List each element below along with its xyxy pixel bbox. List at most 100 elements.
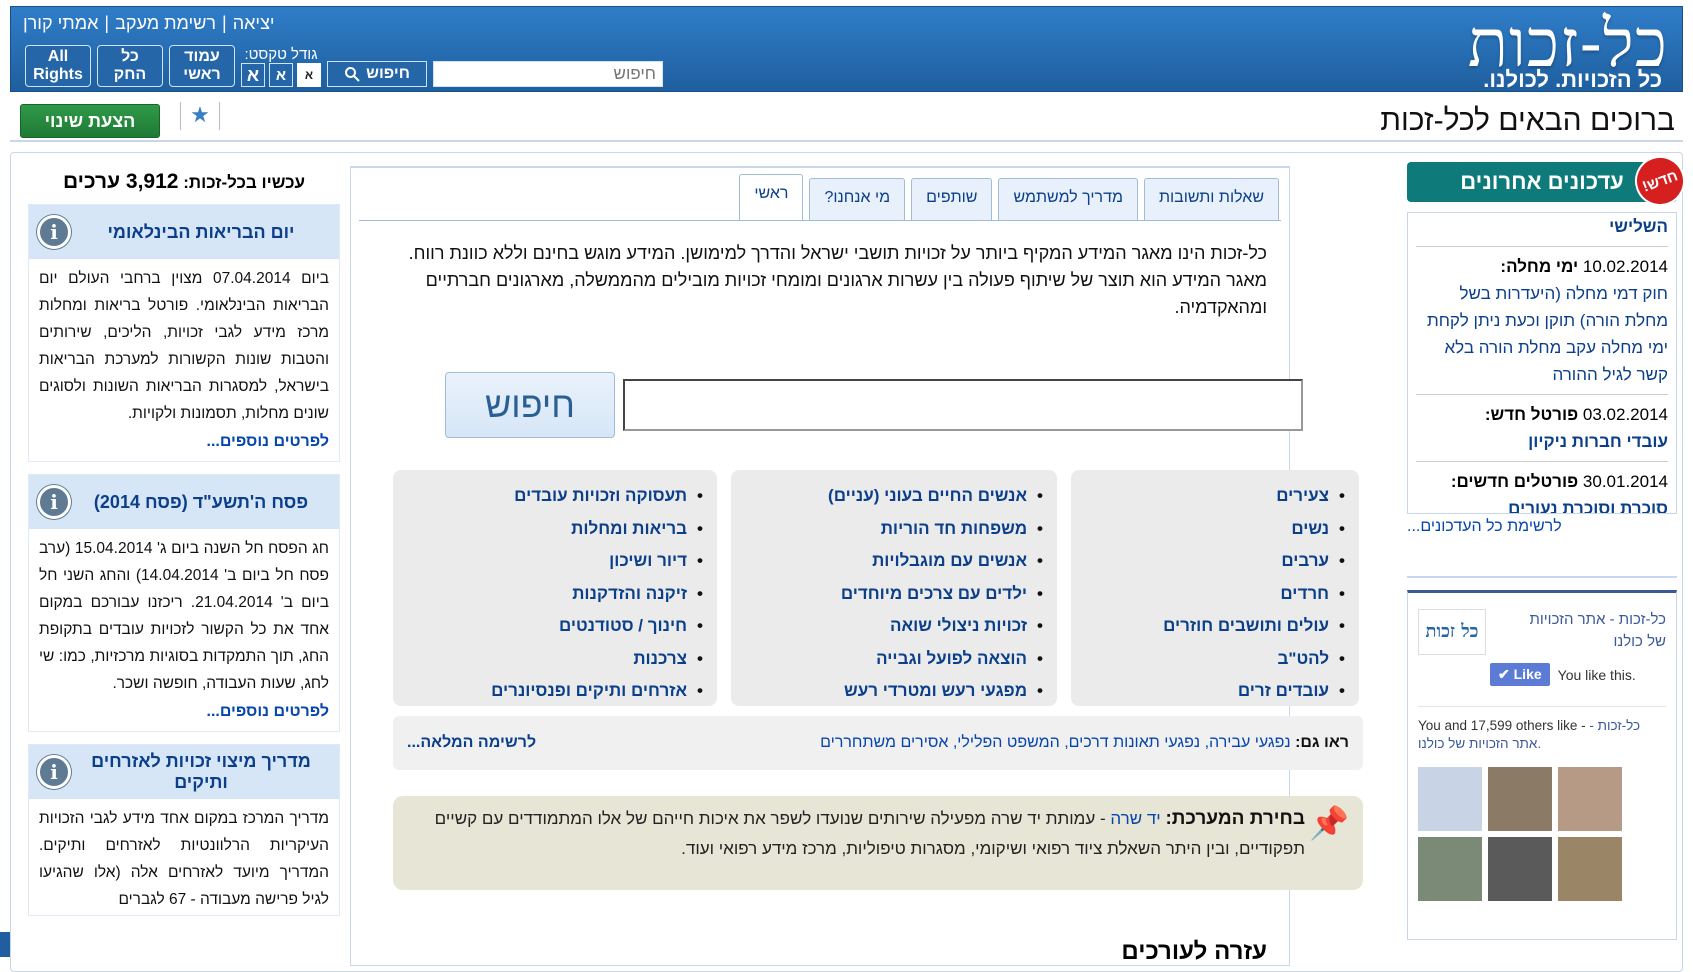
header-search-label: חיפוש [366, 65, 410, 82]
category-link[interactable]: אזרחים ותיקים ופנסיונרים [407, 675, 703, 708]
recent-updates-header: עדכונים אחרונים חדש! [1407, 148, 1693, 214]
category-link[interactable]: בריאות ומחלות [407, 513, 703, 546]
category-link[interactable]: אנשים החיים בעוני (עניים) [745, 480, 1043, 513]
tab-partners[interactable]: שותפים [911, 178, 993, 220]
category-link[interactable]: עובדים זרים [1085, 675, 1345, 708]
category-link[interactable]: תעסוקה וזכויות עובדים [407, 480, 703, 513]
full-list-link[interactable]: לרשימה המלאה... [407, 734, 536, 752]
category-link[interactable]: זיקנה והזדקנות [407, 578, 703, 611]
main-search: חיפוש [445, 372, 1303, 438]
main-search-button[interactable]: חיפוש [445, 372, 615, 438]
see-also-label: ראו גם: [1295, 734, 1349, 751]
category-link[interactable]: ילדים עם צרכים מיוחדים [745, 578, 1043, 611]
header-toolbar: All Rights כל החק עמוד ראשי גודל טקסט: א… [25, 45, 663, 87]
category-link[interactable]: ערבים [1085, 545, 1345, 578]
facebook-page-name[interactable]: כל-זכות - אתר הזכויות של כולנו [1526, 609, 1666, 655]
font-small-button[interactable]: א [297, 63, 321, 87]
update-item: 03.02.2014 פורטל חדש: עובדי חברות ניקיון [1416, 395, 1668, 462]
category-link[interactable]: נשים [1085, 513, 1345, 546]
main-tabs: ראשי מי אנחנו? שותפים מדריך למשתמש שאלות… [739, 174, 1279, 220]
tab-about[interactable]: מי אנחנו? [809, 178, 906, 220]
announcement-title[interactable]: יום הבריאות הבינלאומי [71, 222, 331, 243]
info-icon: i [37, 485, 71, 519]
editors-pick-link[interactable]: יד שרה [1110, 809, 1160, 828]
font-size-label: גודל טקסט: [244, 46, 318, 63]
all-updates-link[interactable]: לרשימת כל העדכונים... [1407, 514, 1677, 536]
more-details-link[interactable]: לפרטים נוספים... [29, 699, 339, 731]
update-item: 30.01.2014 פורטלים חדשים: סוכרת וסוכרת נע… [1416, 462, 1668, 513]
category-link[interactable]: להט"ב [1085, 643, 1345, 676]
page-title: ברוכים הבאים לכל-זכות [1380, 104, 1675, 137]
update-item: 10.02.2014 ימי מחלה: חוק דמי מחלה (היעדרו… [1416, 247, 1668, 395]
updates-list[interactable]: השלישי 10.02.2014 ימי מחלה: חוק דמי מחלה … [1407, 212, 1677, 514]
article-count: עכשיו בכל-זכות: 3,912 ערכים [62, 170, 306, 193]
see-also-bar: ראו גם: נפגעי עבירה, נפגעי תאונות דרכים,… [393, 716, 1363, 770]
all-rights-button[interactable]: All Rights [25, 45, 91, 87]
category-column: צעירים נשים ערבים חרדים עולים ותושבים חו… [1071, 470, 1359, 706]
announcement-title[interactable]: מדריך מיצוי זכויות לאזרחים ותיקים [71, 751, 331, 793]
right-sidebar: עדכונים אחרונים חדש! השלישי 10.02.2014 י… [1407, 148, 1693, 940]
font-large-button[interactable]: א [241, 63, 265, 87]
facebook-faces [1418, 767, 1666, 901]
left-sidebar: עכשיו בכל-זכות: 3,912 ערכים יום הבריאות … [28, 170, 340, 928]
search-icon [345, 67, 360, 82]
category-link[interactable]: הוצאה לפועל וגבייה [745, 643, 1043, 676]
facebook-page-logo[interactable]: כל זכות [1418, 609, 1486, 655]
like-count: You and 17,599 others like - כל-זכות - א… [1418, 706, 1666, 753]
watch-star-icon[interactable]: ★ [180, 102, 220, 130]
avatar[interactable] [1558, 837, 1622, 901]
logout-link[interactable]: יציאה [233, 13, 275, 34]
facebook-like-button[interactable]: ✔ Like [1490, 663, 1550, 686]
recent-updates-title: עדכונים אחרונים [1460, 169, 1624, 194]
category-link[interactable]: חינוך / סטודנטים [407, 610, 703, 643]
window-edge [0, 932, 10, 957]
update-item: השלישי [1416, 213, 1668, 247]
main-panel: ראשי מי אנחנו? שותפים מדריך למשתמש שאלות… [350, 166, 1363, 966]
category-link[interactable]: חרדים [1085, 578, 1345, 611]
avatar[interactable] [1558, 767, 1622, 831]
site-tagline: כל הזכויות. לכולנו. [1483, 67, 1662, 92]
avatar[interactable] [1488, 837, 1552, 901]
tab-divider [359, 220, 1281, 221]
announcement-title[interactable]: פסח ה'תשע"ד (פסח 2014) [71, 492, 331, 513]
category-link[interactable]: זכויות ניצולי שואה [745, 610, 1043, 643]
category-link[interactable]: אנשים עם מוגבלויות [745, 545, 1043, 578]
avatar[interactable] [1488, 767, 1552, 831]
category-link[interactable]: דיור ושיכון [407, 545, 703, 578]
tab-faq[interactable]: שאלות ותשובות [1143, 178, 1279, 220]
pushpin-icon: 📌 [1309, 805, 1349, 841]
category-link[interactable]: מפגעי רעש ומטרדי רעש [745, 675, 1043, 708]
avatar[interactable] [1418, 837, 1482, 901]
category-link[interactable]: משפחות חד הוריות [745, 513, 1043, 546]
category-link[interactable]: עולים ותושבים חוזרים [1085, 610, 1345, 643]
divider [1407, 576, 1677, 578]
category-link[interactable]: צרכנות [407, 643, 703, 676]
update-link[interactable]: עובדי חברות ניקיון [1528, 432, 1668, 451]
see-also-links[interactable]: נפגעי עבירה, נפגעי תאונות דרכים, המשפט ה… [820, 734, 1291, 752]
intro-text: כל-זכות הינו מאגר המידע המקיף ביותר על ז… [408, 243, 1267, 317]
announcement-box: פסח ה'תשע"ד (פסח 2014) i חג הפסח חל השנה … [28, 474, 340, 732]
tab-user-guide[interactable]: מדריך למשתמש [998, 178, 1138, 220]
tab-home[interactable]: ראשי [739, 174, 804, 220]
editors-pick: 📌 בחירת המערכת: יד שרה - עמותת יד שרה מפ… [393, 796, 1363, 890]
header-search-button[interactable]: חיפוש [327, 61, 427, 87]
update-link[interactable]: סוכרת וסוכרת נעורים [1508, 499, 1668, 513]
you-like-text: You like this. [1557, 666, 1636, 683]
update-link[interactable]: חוק דמי מחלה (היעדרות בשל מחלת הורה) תוק… [1427, 284, 1668, 384]
announcement-body: מדריך המרכז במקום אחד מידע לגבי הזכויות … [39, 810, 329, 908]
more-details-link[interactable]: לפרטים נוספים... [29, 429, 339, 461]
main-search-input[interactable] [623, 379, 1303, 431]
home-page-button[interactable]: עמוד ראשי [169, 45, 235, 87]
announcement-body: חג הפסח חל השנה ביום ג' 15.04.2014 (ערב … [39, 540, 329, 692]
avatar[interactable] [1418, 767, 1482, 831]
watchlist-link[interactable]: רשימת מעקב [115, 13, 216, 34]
propose-change-button[interactable]: הצעת שינוי [20, 104, 160, 138]
category-link[interactable]: צעירים [1085, 480, 1345, 513]
font-size-control: גודל טקסט: א א א [241, 46, 321, 87]
user-name-link[interactable]: אמתי קורן [23, 13, 98, 34]
editors-pick-label: בחירת המערכת: [1165, 808, 1305, 829]
font-medium-button[interactable]: א [269, 63, 293, 87]
kol-hak-button[interactable]: כל החק [97, 45, 163, 87]
header-search-input[interactable] [433, 61, 663, 87]
announcement-box: יום הבריאות הבינלאומי i ביום 07.04.2014 מ… [28, 204, 340, 462]
